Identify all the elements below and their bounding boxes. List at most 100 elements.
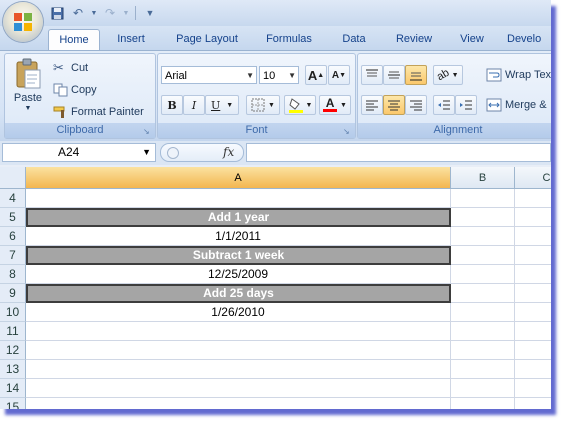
- middle-align-button[interactable]: [383, 65, 405, 85]
- cell-b[interactable]: [451, 303, 515, 322]
- align-left-button[interactable]: [361, 95, 383, 115]
- row-header[interactable]: 8: [0, 265, 26, 284]
- cell-c[interactable]: [515, 246, 551, 265]
- column-header-b[interactable]: B: [451, 167, 515, 189]
- decrease-indent-button[interactable]: [433, 95, 455, 115]
- cell-b[interactable]: [451, 322, 515, 341]
- cell-a[interactable]: 12/25/2009: [26, 265, 451, 284]
- insert-function-icon[interactable]: fx: [223, 145, 234, 159]
- cell-c[interactable]: [515, 379, 551, 398]
- redo-icon[interactable]: ↷: [101, 4, 119, 22]
- tab-data[interactable]: Data: [332, 29, 376, 50]
- cell-a[interactable]: 1/26/2010: [26, 303, 451, 322]
- row-header[interactable]: 14: [0, 379, 26, 398]
- cell-b[interactable]: [451, 284, 515, 303]
- row-header[interactable]: 4: [0, 189, 26, 208]
- font-size-combo[interactable]: 10 ▼: [259, 66, 299, 84]
- cell-c[interactable]: [515, 360, 551, 379]
- cell-a[interactable]: [26, 360, 451, 379]
- name-box[interactable]: A24 ▼: [2, 143, 156, 162]
- copy-button[interactable]: Copy: [53, 81, 97, 99]
- cell-b[interactable]: [451, 398, 515, 409]
- row-header[interactable]: 9: [0, 284, 26, 303]
- font-launcher-icon[interactable]: ↘: [343, 127, 352, 136]
- header-cell-a[interactable]: Subtract 1 week: [26, 246, 451, 265]
- borders-button[interactable]: ▼: [246, 95, 280, 115]
- undo-icon[interactable]: ↶: [69, 4, 87, 22]
- cell-a[interactable]: 1/1/2011: [26, 227, 451, 246]
- format-painter-button[interactable]: Format Painter: [53, 103, 144, 121]
- name-box-dropdown-icon[interactable]: ▼: [142, 144, 151, 161]
- header-cell-a[interactable]: Add 25 days: [26, 284, 451, 303]
- fill-color-button[interactable]: ▼: [284, 95, 316, 115]
- cell-b[interactable]: [451, 208, 515, 227]
- cell-a[interactable]: [26, 379, 451, 398]
- cell-b[interactable]: [451, 341, 515, 360]
- cell-b[interactable]: [451, 265, 515, 284]
- column-header-c[interactable]: C: [515, 167, 551, 189]
- customize-icon[interactable]: ▼: [141, 4, 159, 22]
- clipboard-launcher-icon[interactable]: ↘: [143, 127, 152, 136]
- cell-c[interactable]: [515, 322, 551, 341]
- undo-dropdown-icon[interactable]: ▼: [90, 4, 98, 22]
- cell-c[interactable]: [515, 341, 551, 360]
- cell-c[interactable]: [515, 303, 551, 322]
- row-header[interactable]: 15: [0, 398, 26, 409]
- increase-indent-button[interactable]: [455, 95, 477, 115]
- cell-c[interactable]: [515, 284, 551, 303]
- top-align-button[interactable]: [361, 65, 383, 85]
- row-header[interactable]: 7: [0, 246, 26, 265]
- grow-font-button[interactable]: A ▲: [305, 65, 327, 85]
- save-icon[interactable]: [48, 4, 66, 22]
- cell-c[interactable]: [515, 189, 551, 208]
- cell-a[interactable]: [26, 189, 451, 208]
- paste-button[interactable]: Paste ▼: [9, 56, 47, 118]
- shrink-font-button[interactable]: A ▼: [328, 65, 350, 85]
- redo-dropdown-icon[interactable]: ▼: [122, 4, 130, 22]
- bottom-align-button[interactable]: [405, 65, 427, 85]
- cell-a[interactable]: [26, 341, 451, 360]
- tab-review[interactable]: Review: [386, 29, 442, 50]
- header-cell-a[interactable]: Add 1 year: [26, 208, 451, 227]
- cell-c[interactable]: [515, 265, 551, 284]
- cell-c[interactable]: [515, 398, 551, 409]
- tab-page-layout[interactable]: Page Layout: [168, 29, 246, 50]
- tab-developer[interactable]: Develo: [507, 29, 551, 50]
- cell-a[interactable]: [26, 398, 451, 409]
- tab-formulas[interactable]: Formulas: [256, 29, 322, 50]
- cell-c[interactable]: [515, 208, 551, 227]
- row-header[interactable]: 6: [0, 227, 26, 246]
- cell-b[interactable]: [451, 360, 515, 379]
- cell-a[interactable]: [26, 322, 451, 341]
- font-name-combo[interactable]: Arial ▼: [161, 66, 257, 84]
- select-all-corner[interactable]: [0, 167, 26, 189]
- align-right-button[interactable]: [405, 95, 427, 115]
- row-header[interactable]: 5: [0, 208, 26, 227]
- tab-home[interactable]: Home: [48, 29, 100, 51]
- cell-b[interactable]: [451, 246, 515, 265]
- cell-c[interactable]: [515, 227, 551, 246]
- cell-b[interactable]: [451, 227, 515, 246]
- font-color-button[interactable]: A ▼: [319, 95, 351, 115]
- row-header[interactable]: 11: [0, 322, 26, 341]
- row-header[interactable]: 10: [0, 303, 26, 322]
- orientation-button[interactable]: ab ▼: [433, 65, 463, 85]
- cell-b[interactable]: [451, 379, 515, 398]
- column-header-a[interactable]: A: [26, 167, 451, 189]
- italic-button[interactable]: I: [183, 95, 205, 115]
- tab-view[interactable]: View: [452, 29, 492, 50]
- underline-button[interactable]: U ▼: [205, 95, 239, 115]
- formula-input[interactable]: [246, 143, 551, 162]
- cut-button[interactable]: ✂ Cut: [53, 59, 88, 77]
- align-center-button[interactable]: [383, 95, 405, 115]
- bold-button[interactable]: B: [161, 95, 183, 115]
- merge-center-button[interactable]: Merge &: [486, 95, 547, 115]
- cell-b[interactable]: [451, 189, 515, 208]
- row-header[interactable]: 12: [0, 341, 26, 360]
- row-header[interactable]: 13: [0, 360, 26, 379]
- font-color-icon: A: [325, 96, 335, 110]
- wrap-text-button[interactable]: Wrap Tex: [486, 65, 551, 85]
- office-button[interactable]: [3, 2, 43, 42]
- tab-insert[interactable]: Insert: [108, 29, 154, 50]
- formula-expand-icon[interactable]: [167, 147, 179, 159]
